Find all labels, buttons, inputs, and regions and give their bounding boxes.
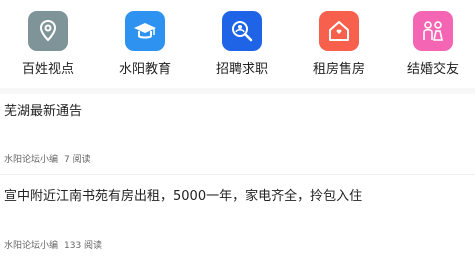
- category-shuiyang-jiaoyu[interactable]: 水阳教育: [105, 11, 185, 77]
- category-label: 结婚交友: [406, 62, 459, 77]
- post-item[interactable]: 宣中附近江南书苑有房出租，5000一年，家电齐全，拎包入住 水阳论坛小编 133 …: [0, 175, 475, 260]
- category-zhaopin-qiuzhi[interactable]: 招聘求职: [202, 11, 282, 77]
- category-label: 水阳教育: [118, 62, 171, 77]
- post-views: 7 阅读: [64, 155, 91, 165]
- search-person-icon: [222, 11, 262, 51]
- location-pin-icon: [28, 11, 68, 51]
- category-label: 招聘求职: [215, 62, 268, 77]
- category-label: 租房售房: [312, 62, 365, 77]
- category-baixing-shidian[interactable]: 百姓视点: [8, 11, 88, 77]
- post-author: 水阳论坛小编: [4, 155, 59, 165]
- post-item[interactable]: 芜湖最新通告 水阳论坛小编 7 阅读: [0, 94, 475, 174]
- post-title: 宣中附近江南书苑有房出租，5000一年，家电齐全，拎包入住: [4, 189, 363, 204]
- category-grid: 百姓视点 水阳教育 招聘求职 租房售房 结婚交友: [0, 0, 475, 88]
- post-meta: 水阳论坛小编 7 阅读: [4, 152, 91, 165]
- graduation-cap-icon: [125, 11, 165, 51]
- category-jiehun-jiaoyou[interactable]: 结婚交友: [393, 11, 473, 77]
- post-title: 芜湖最新通告: [4, 104, 83, 119]
- category-label: 百姓视点: [21, 62, 74, 77]
- post-author: 水阳论坛小编: [4, 241, 59, 251]
- house-icon: [319, 11, 359, 51]
- couple-icon: [413, 11, 453, 51]
- post-meta: 水阳论坛小编 133 阅读: [4, 238, 102, 251]
- category-zufang-shoufang[interactable]: 租房售房: [299, 11, 379, 77]
- post-views: 133 阅读: [64, 241, 103, 251]
